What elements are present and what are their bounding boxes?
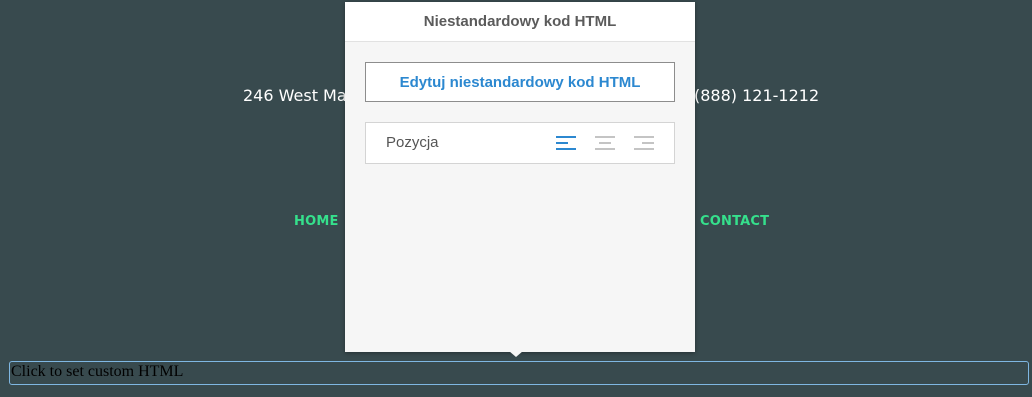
nav-home-link[interactable]: HOME — [294, 214, 339, 229]
custom-html-popup: Niestandardowy kod HTML Edytuj niestanda… — [345, 2, 695, 352]
edit-custom-html-button[interactable]: Edytuj niestandardowy kod HTML — [365, 62, 675, 102]
align-center-icon[interactable] — [593, 133, 617, 153]
position-control: Pozycja — [365, 122, 675, 164]
custom-html-block[interactable]: Click to set custom HTML — [9, 361, 1029, 385]
phone-text: (888) 121-1212 — [694, 86, 820, 105]
align-left-icon[interactable] — [554, 133, 578, 153]
popup-pointer-arrow — [509, 351, 523, 357]
align-right-icon[interactable] — [632, 133, 656, 153]
popup-title: Niestandardowy kod HTML — [345, 2, 695, 42]
nav-contact-link[interactable]: CONTACT — [700, 214, 769, 229]
address-text: 246 West Ma — [243, 86, 347, 105]
position-label: Pozycja — [386, 134, 439, 151]
